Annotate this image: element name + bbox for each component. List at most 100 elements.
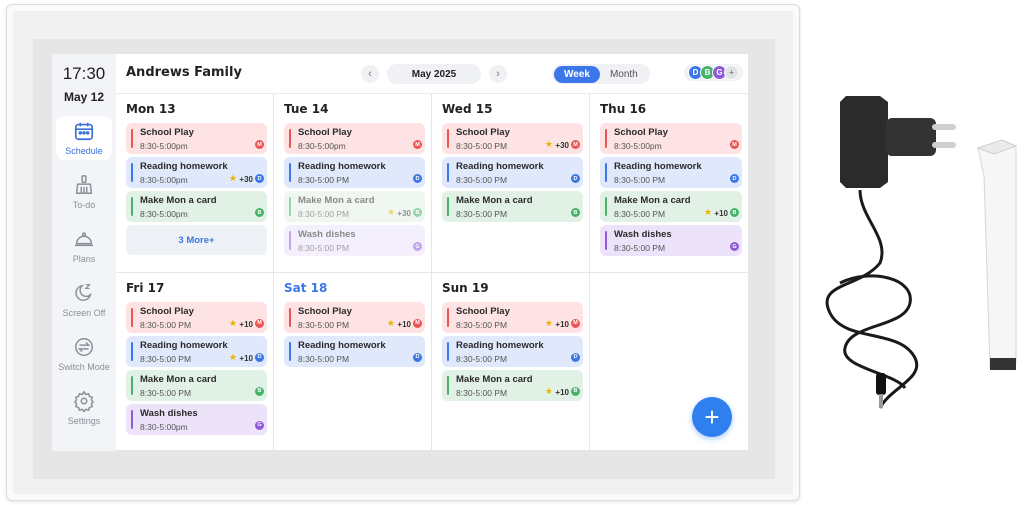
- event-card[interactable]: School Play 8:30-5:00pm M: [284, 123, 425, 154]
- event-card[interactable]: School Play 8:30-5:00 PM ★ +10 M: [284, 301, 425, 333]
- next-month-button[interactable]: ›: [489, 65, 507, 83]
- event-time: 8:30-5:00 PM: [298, 175, 350, 185]
- event-title: School Play: [298, 127, 352, 138]
- sidebar-item-schedule[interactable]: Schedule: [56, 116, 112, 160]
- stand-image: [976, 139, 1018, 370]
- event-points: +10: [239, 353, 253, 363]
- assignee-avatar: D: [571, 352, 580, 362]
- assignee-avatar: D: [571, 174, 580, 183]
- event-points: +10: [714, 209, 728, 218]
- day-cell[interactable]: Mon 13 School Play 8:30-5:00pm M Reading hom…: [116, 94, 274, 273]
- event-card[interactable]: Reading homework 8:30-5:00 PM ★ +10 D: [126, 335, 267, 367]
- event-title: Reading homework: [614, 161, 702, 172]
- moon-sleep-icon: [75, 284, 92, 301]
- sidebar: 17:30 May 12 Schedule To-do Plans Screen…: [52, 54, 116, 451]
- event-time: 8:30-5:00 PM: [298, 353, 350, 364]
- sidebar-label-settings: Settings: [67, 416, 101, 426]
- sidebar-item-screen-off[interactable]: Screen Off: [56, 278, 112, 322]
- event-card[interactable]: Reading homework 8:30-5:00 PM D: [284, 157, 425, 188]
- event-card[interactable]: Wash dishes 8:30-5:00 PM G: [600, 225, 742, 256]
- event-time: 8:30-5:00 PM: [456, 353, 508, 364]
- event-points: +10: [555, 319, 569, 329]
- event-title: Reading homework: [298, 339, 386, 351]
- add-event-button[interactable]: +: [692, 397, 732, 437]
- event-card[interactable]: Make Mon a card 8:30-5:00 PM ★ +30 B: [284, 191, 425, 222]
- assignee-avatar: D: [413, 174, 422, 183]
- event-card[interactable]: School Play 8:30-5:00 PM ★ +10 M: [442, 301, 583, 333]
- assignee-avatar: D: [730, 174, 739, 183]
- event-card[interactable]: Make Mon a card 8:30-5:00 PM ★ +10 B: [442, 369, 583, 401]
- event-card[interactable]: School Play 8:30-5:00 PM ★ +30 M: [442, 123, 583, 154]
- sidebar-label-schedule: Schedule: [65, 146, 103, 156]
- event-points: +30: [397, 209, 411, 218]
- assignee-avatar: M: [571, 318, 580, 328]
- add-member-button[interactable]: +: [724, 65, 739, 80]
- current-month[interactable]: May 2025: [387, 64, 481, 84]
- event-time: 8:30-5:00 PM: [456, 175, 508, 185]
- event-time: 8:30-5:00pm: [140, 421, 188, 432]
- assignee-avatar: M: [413, 318, 422, 328]
- week-view-button[interactable]: Week: [554, 65, 600, 83]
- event-card[interactable]: Wash dishes 8:30-5:00 PM G: [284, 225, 425, 256]
- sidebar-item-plans[interactable]: Plans: [56, 224, 112, 268]
- chevron-left-icon: ‹: [368, 68, 372, 80]
- month-view-button[interactable]: Month: [600, 66, 648, 83]
- day-cell[interactable]: Thu 16 School Play 8:30-5:00pm M Reading hom…: [590, 94, 748, 273]
- event-time: 8:30-5:00 PM: [614, 175, 666, 185]
- event-card[interactable]: Make Mon a card 8:30-5:00 PM B: [442, 191, 583, 222]
- event-card[interactable]: Reading homework 8:30-5:00pm ★ +30 D: [126, 157, 267, 188]
- assignee-avatar: M: [730, 140, 739, 149]
- event-card[interactable]: Make Mon a card 8:30-5:00 PM B: [126, 369, 267, 401]
- assignee-avatar: M: [413, 140, 422, 149]
- event-title: School Play: [140, 305, 194, 317]
- event-title: School Play: [456, 305, 510, 317]
- assignee-avatar: M: [571, 140, 580, 149]
- prev-month-button[interactable]: ‹: [361, 65, 379, 83]
- event-time: 8:30-5:00pm: [614, 141, 662, 151]
- main-panel: Andrews Family ‹ May 2025 › Week Month D…: [116, 54, 748, 451]
- assignee-avatar: D: [255, 174, 264, 183]
- event-card[interactable]: Reading homework 8:30-5:00 PM D: [442, 335, 583, 367]
- event-points: +10: [239, 319, 253, 329]
- event-card[interactable]: Make Mon a card 8:30-5:00 PM ★ +10 B: [600, 191, 742, 222]
- event-card[interactable]: Reading homework 8:30-5:00 PM D: [600, 157, 742, 188]
- sidebar-item-switch-mode[interactable]: Switch Mode: [56, 332, 112, 376]
- broom-icon: [75, 175, 93, 194]
- day-cell[interactable]: Fri 17 School Play 8:30-5:00 PM ★ +10 M Readin…: [116, 272, 274, 451]
- event-title: School Play: [456, 127, 510, 138]
- assignee-avatar: B: [255, 208, 264, 217]
- more-events-button[interactable]: 3 More+: [126, 225, 267, 255]
- view-toggle: Week Month: [552, 64, 650, 84]
- top-bar: Andrews Family ‹ May 2025 › Week Month D…: [116, 54, 748, 94]
- week-grid: Mon 13 School Play 8:30-5:00pm M Reading hom…: [116, 94, 748, 451]
- sidebar-item-settings[interactable]: Settings: [56, 386, 112, 430]
- event-card[interactable]: Make Mon a card 8:30-5:00pm B: [126, 191, 267, 222]
- event-title: Reading homework: [298, 161, 386, 172]
- assignee-avatar: B: [255, 386, 264, 396]
- event-title: Wash dishes: [614, 229, 672, 240]
- event-card[interactable]: School Play 8:30-5:00pm M: [600, 123, 742, 154]
- day-title: Sun 19: [442, 280, 489, 295]
- event-title: Reading homework: [140, 161, 228, 172]
- assignee-avatar: B: [730, 208, 739, 217]
- event-card[interactable]: School Play 8:30-5:00pm M: [126, 123, 267, 154]
- day-cell[interactable]: Sun 19 School Play 8:30-5:00 PM ★ +10 M Readin…: [432, 272, 590, 451]
- star-icon: ★: [386, 207, 395, 217]
- day-title: Tue 14: [284, 102, 329, 116]
- day-cell[interactable]: Tue 14 School Play 8:30-5:00pm M Reading hom…: [274, 94, 432, 273]
- event-card[interactable]: Reading homework 8:30-5:00 PM D: [284, 335, 425, 367]
- calendar-icon: [74, 122, 94, 141]
- sidebar-item-todo[interactable]: To-do: [56, 170, 112, 214]
- event-title: Reading homework: [140, 339, 228, 351]
- day-title: Wed 15: [442, 102, 493, 116]
- day-cell[interactable]: Wed 15 School Play 8:30-5:00 PM ★ +30 M Readin…: [432, 94, 590, 273]
- day-title: Thu 16: [600, 102, 647, 116]
- product-photo: 17:30 May 12 Schedule To-do Plans Screen…: [0, 0, 1024, 505]
- event-card[interactable]: Wash dishes 8:30-5:00pm G: [126, 403, 267, 435]
- day-cell[interactable]: Sat 18 School Play 8:30-5:00 PM ★ +10 M Readin…: [274, 272, 432, 451]
- event-points: +10: [555, 387, 569, 397]
- event-title: Make Mon a card: [140, 373, 217, 385]
- assignee-avatar: B: [571, 386, 580, 396]
- event-card[interactable]: Reading homework 8:30-5:00 PM D: [442, 157, 583, 188]
- event-card[interactable]: School Play 8:30-5:00 PM ★ +10 M: [126, 301, 267, 333]
